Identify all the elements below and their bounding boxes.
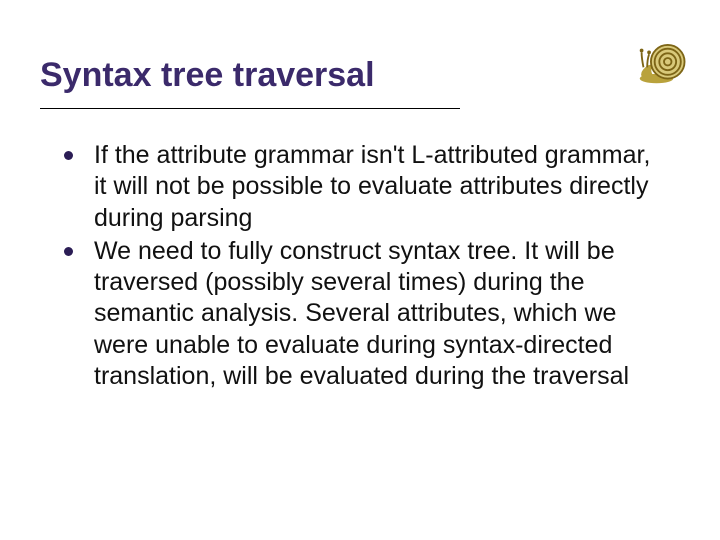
snail-icon xyxy=(636,30,692,86)
bullet-text: If the attribute grammar isn't L-attribu… xyxy=(94,141,650,232)
title-underline xyxy=(40,108,460,109)
list-item: We need to fully construct syntax tree. … xyxy=(58,236,653,392)
bullet-list: If the attribute grammar isn't L-attribu… xyxy=(58,140,653,394)
bullet-text: We need to fully construct syntax tree. … xyxy=(94,237,629,390)
slide-title: Syntax tree traversal xyxy=(40,56,680,101)
list-item: If the attribute grammar isn't L-attribu… xyxy=(58,140,653,234)
title-container: Syntax tree traversal xyxy=(40,56,680,103)
